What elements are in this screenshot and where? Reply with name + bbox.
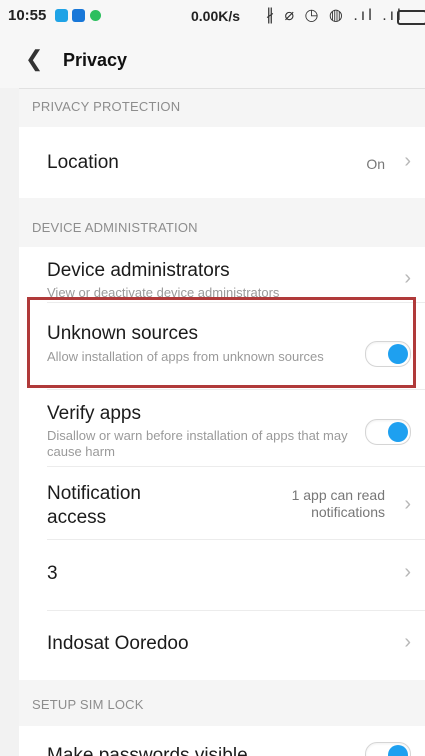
device-administrators-row[interactable]: Device administrators View or deactivate… <box>19 247 425 299</box>
privacy-protection-card: Location On › <box>19 127 425 198</box>
section-header-privacy-protection: PRIVACY PROTECTION <box>32 99 181 114</box>
status-time: 10:55 <box>8 7 47 24</box>
make-passwords-visible-label: Make passwords visible <box>47 745 248 756</box>
notification-access-value-line1: 1 app can read <box>291 487 385 503</box>
section-header-setup-sim-lock: SETUP SIM LOCK <box>32 697 144 712</box>
chevron-right-icon: › <box>404 493 411 515</box>
location-row[interactable]: Location On › <box>19 127 425 198</box>
app-header: ❮ Privacy <box>0 32 425 89</box>
indosat-row[interactable]: Indosat Ooredoo › <box>19 611 425 680</box>
toggle-knob <box>388 422 408 442</box>
section-header-device-administration: DEVICE ADMINISTRATION <box>32 220 198 235</box>
network-speed: 0.00K/s <box>191 8 241 24</box>
verify-apps-subtitle: Disallow or warn before installation of … <box>47 428 348 459</box>
verify-apps-toggle[interactable] <box>365 419 411 445</box>
chevron-right-icon: › <box>404 267 411 289</box>
notification-app-icon <box>55 9 68 22</box>
verify-apps-label: Verify apps <box>47 403 141 424</box>
notification-access-label-line2: access <box>47 507 107 528</box>
sim3-row[interactable]: 3 › <box>19 540 425 610</box>
chevron-right-icon: › <box>404 150 411 172</box>
status-icons: ∦ ⌀ ◷ ◍ .ıl .ıl <box>266 7 404 24</box>
make-passwords-visible-row[interactable]: Make passwords visible <box>19 726 425 756</box>
left-margin <box>0 88 19 756</box>
verify-apps-row[interactable]: Verify apps Disallow or warn before inst… <box>19 390 425 466</box>
location-value: On <box>366 156 385 172</box>
back-icon[interactable]: ❮ <box>25 46 43 72</box>
notification-access-label-line1: Notification <box>47 483 141 504</box>
battery-icon <box>397 10 425 25</box>
chevron-right-icon: › <box>404 561 411 583</box>
notification-app-icon <box>90 10 101 21</box>
chevron-right-icon: › <box>404 631 411 653</box>
page-title: Privacy <box>63 50 128 70</box>
notification-access-value-line2: notifications <box>311 504 385 520</box>
make-passwords-visible-toggle[interactable] <box>365 742 411 756</box>
location-label: Location <box>47 152 119 173</box>
indosat-label: Indosat Ooredoo <box>47 633 189 654</box>
device-administrators-label: Device administrators <box>47 260 230 281</box>
status-bar: 10:55 0.00K/s ∦ ⌀ ◷ ◍ .ıl .ıl <box>0 0 425 32</box>
sim3-label: 3 <box>47 563 58 584</box>
sim-lock-card: Make passwords visible <box>19 726 425 756</box>
screen: 10:55 0.00K/s ∦ ⌀ ◷ ◍ .ıl .ıl ❮ Privacy … <box>0 0 425 756</box>
highlight-box <box>27 297 416 388</box>
notification-app-icon <box>72 9 85 22</box>
notification-access-row[interactable]: Notification access 1 app can read notif… <box>19 467 425 539</box>
toggle-knob <box>388 745 408 756</box>
